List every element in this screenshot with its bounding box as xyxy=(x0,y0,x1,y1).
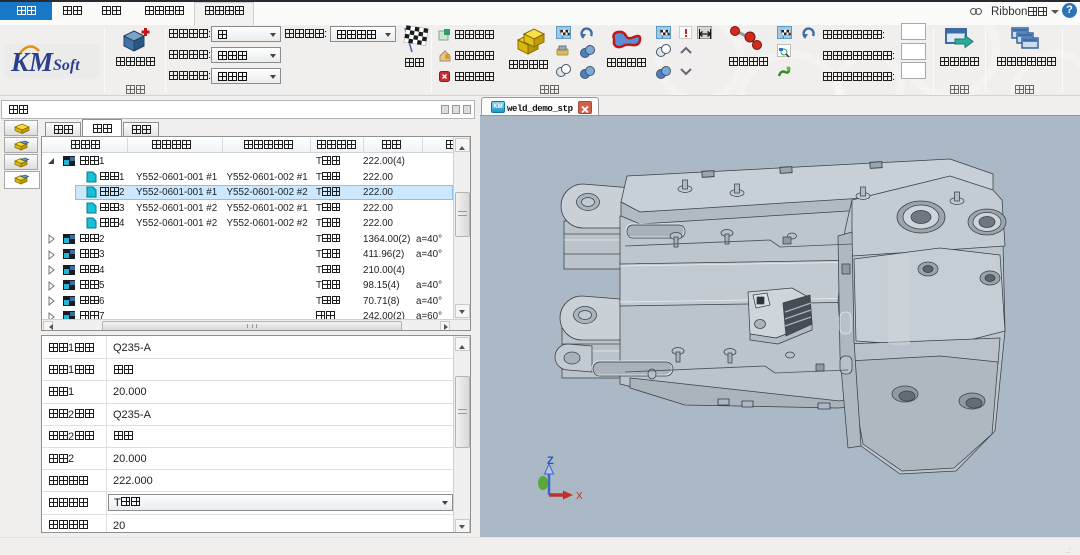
svg-text:Soft: Soft xyxy=(53,57,80,74)
svg-text:KM: KM xyxy=(10,47,54,77)
svg-text:X: X xyxy=(576,491,583,502)
